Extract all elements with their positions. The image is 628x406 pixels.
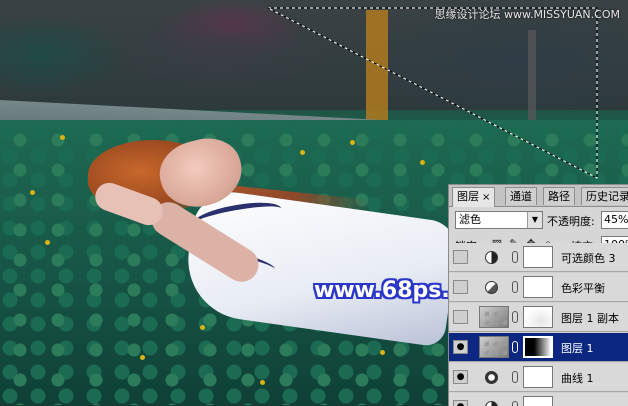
visibility-toggle[interactable] xyxy=(453,280,468,294)
layer-name: 曲线 1 xyxy=(561,372,594,385)
tab-label: 历史记录 xyxy=(586,190,628,203)
layer-row[interactable]: ● 曲线 1 xyxy=(449,363,628,392)
close-icon[interactable]: × xyxy=(482,192,490,203)
layer-mask-thumbnail[interactable] xyxy=(523,306,553,328)
layer-row-selected[interactable]: ● 图层 1 xyxy=(449,333,628,362)
tab-channels[interactable]: 通道 xyxy=(505,187,537,205)
flower xyxy=(30,190,35,195)
layers-panel: 图层× 通道 路径 历史记录 滤色 ▼ 不透明度: 45% 锁定: ▨ ✎ ✥ … xyxy=(448,184,628,406)
link-icon xyxy=(512,341,518,353)
opacity-input[interactable]: 45% xyxy=(601,211,628,229)
link-icon xyxy=(512,371,518,383)
layer-name: 色彩平衡 xyxy=(561,282,605,295)
tab-layers[interactable]: 图层 × xyxy=(452,187,496,207)
layers-list: 可选颜色 3 色彩平衡 图层 1 副本 ● 图层 1 ● 曲线 1 xyxy=(449,243,628,406)
layer-mask-thumbnail[interactable] xyxy=(523,246,553,268)
flower xyxy=(260,380,265,385)
flower xyxy=(45,240,50,245)
tab-label: 路径 xyxy=(548,190,570,203)
eye-icon[interactable]: ● xyxy=(453,400,468,406)
layer-row[interactable]: 可选颜色 3 xyxy=(449,243,628,272)
layer-mask-thumbnail[interactable] xyxy=(523,366,553,388)
visibility-toggle[interactable] xyxy=(453,250,468,264)
layer-row[interactable]: 图层 1 副本 xyxy=(449,303,628,332)
visibility-toggle[interactable] xyxy=(453,310,468,324)
layer-name: 图层 1 xyxy=(561,342,594,355)
opacity-label: 不透明度: xyxy=(547,215,595,228)
flower xyxy=(300,150,305,155)
tab-history[interactable]: 历史记录 xyxy=(581,187,628,205)
eye-icon[interactable]: ● xyxy=(453,340,468,354)
chevron-down-icon[interactable]: ▼ xyxy=(527,212,542,228)
blend-row: 滤色 ▼ 不透明度: 45% xyxy=(449,209,628,231)
tab-label: 通道 xyxy=(510,190,532,203)
watermark-top: 思缘设计论坛 www.MISSYUAN.COM xyxy=(434,8,620,21)
link-icon xyxy=(512,281,518,293)
layer-mask-thumbnail[interactable] xyxy=(523,336,553,358)
layer-row[interactable]: ● xyxy=(449,393,628,406)
flower xyxy=(200,325,205,330)
panel-tabs: 图层 × 通道 路径 历史记录 xyxy=(449,185,628,207)
flower xyxy=(60,135,65,140)
blend-mode-select[interactable]: 滤色 ▼ xyxy=(455,211,543,229)
layer-mask-thumbnail[interactable] xyxy=(523,276,553,298)
flower xyxy=(140,355,145,360)
tab-label: 图层 xyxy=(457,190,479,203)
eye-icon[interactable]: ● xyxy=(453,370,468,384)
flower xyxy=(380,350,385,355)
adjustment-icon xyxy=(485,251,498,264)
adjustment-icon xyxy=(485,401,498,406)
flower xyxy=(420,160,425,165)
blend-mode-value: 滤色 xyxy=(459,213,481,226)
tree-trunk xyxy=(366,10,388,125)
layer-name: 可选颜色 3 xyxy=(561,252,616,265)
layer-row[interactable]: 色彩平衡 xyxy=(449,273,628,302)
link-icon xyxy=(512,401,518,406)
curves-icon xyxy=(485,371,498,384)
flower xyxy=(350,140,355,145)
color-balance-icon xyxy=(485,281,498,294)
link-icon xyxy=(512,251,518,263)
layer-thumbnail[interactable] xyxy=(479,306,509,328)
layer-thumbnail[interactable] xyxy=(479,336,509,358)
link-icon xyxy=(512,311,518,323)
pole xyxy=(528,30,536,130)
tab-paths[interactable]: 路径 xyxy=(543,187,575,205)
layer-name: 图层 1 副本 xyxy=(561,312,619,325)
